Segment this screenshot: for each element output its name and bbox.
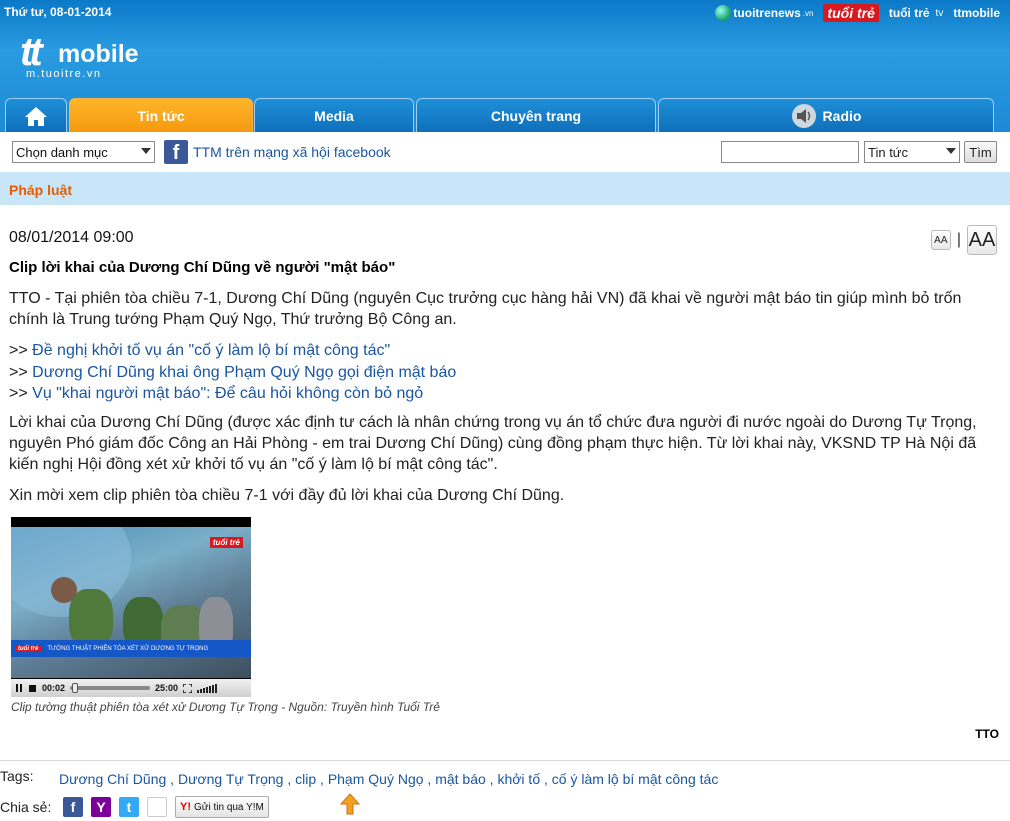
font-separator: |: [956, 231, 961, 248]
article-headline: Clip lời khai của Dương Chí Dũng về ngườ…: [9, 259, 396, 276]
tag-link[interactable]: Phạm Quý Ngọ: [328, 771, 424, 787]
speaker-icon: [791, 103, 817, 129]
tag-link[interactable]: Dương Chí Dũng: [59, 771, 166, 787]
tuoitre-link[interactable]: tuổi trẻ: [823, 4, 879, 22]
share-buttons: f Y t Y! Gửi tin qua Y!M: [63, 796, 269, 818]
tab-radio[interactable]: Radio: [658, 98, 994, 132]
tuoitre-logo: tuổi trẻ: [209, 537, 243, 548]
seek-handle[interactable]: [72, 683, 79, 693]
facebook-icon: f: [164, 140, 188, 164]
chevron-down-icon: [141, 148, 151, 154]
video-controls: 00:02 25:00: [11, 679, 251, 697]
related-links: >> Đề nghị khởi tố vụ án "cố ý làm lộ bí…: [9, 340, 456, 405]
related-item: >> Dương Chí Dũng khai ông Phạm Quý Ngọ …: [9, 363, 457, 381]
scroll-top-icon[interactable]: [339, 793, 361, 815]
tab-news[interactable]: Tin tức: [69, 98, 253, 132]
current-time: 00:02: [42, 683, 66, 693]
tag-link[interactable]: clip: [295, 771, 316, 787]
yahoo-share-icon[interactable]: Y: [91, 797, 111, 817]
site-header: Thứ tư, 08-01-2014 tuoitrenews .vn tuổi t…: [0, 0, 1010, 132]
home-icon: [25, 106, 47, 126]
tag-link[interactable]: mật báo: [435, 771, 486, 787]
volume-icon[interactable]: [197, 683, 218, 693]
divider: [0, 760, 1010, 761]
related-link[interactable]: Đề nghị khởi tố vụ án "cố ý làm lộ bí mậ…: [32, 342, 390, 359]
related-item: >> Đề nghị khởi tố vụ án "cố ý làm lộ bí…: [9, 342, 391, 359]
section-select[interactable]: Tin tức: [864, 141, 960, 163]
yahoo-messenger-icon: Y!: [180, 801, 191, 813]
ttmobile-link[interactable]: ttmobile: [953, 6, 1000, 20]
tab-home[interactable]: [5, 98, 67, 132]
article-lead: TTO - Tại phiên tòa chiều 7-1, Dương Chí…: [9, 290, 962, 328]
globe-icon: [715, 5, 732, 21]
send-ym-button[interactable]: Y! Gửi tin qua Y!M: [175, 796, 269, 818]
pause-icon[interactable]: [14, 684, 23, 693]
tags-label: Tags:: [0, 768, 34, 784]
google-share-icon[interactable]: [147, 797, 167, 817]
main-nav: Tin tức Media Chuyên trang Radio: [5, 98, 995, 132]
duration: 25:00: [155, 683, 179, 693]
article-invite: Xin mời xem clip phiên tòa chiều 7-1 với…: [9, 487, 565, 504]
stop-icon[interactable]: [28, 684, 37, 693]
increase-font-button[interactable]: AA: [967, 225, 997, 255]
tag-link[interactable]: Dương Tự Trọng: [178, 771, 284, 787]
tag-link[interactable]: cố ý làm lộ bí mật công tác: [552, 771, 719, 787]
publish-date: 08/01/2014 09:00: [9, 229, 134, 246]
partner-links: tuoitrenews .vn tuổi trẻ tuổi trẻ tv ttmo…: [715, 2, 1000, 24]
font-size-controls: AA | AA: [930, 225, 997, 255]
category-title[interactable]: Pháp luật: [9, 182, 72, 198]
video-banner: tuổi trẻ TƯỜNG THUẬT PHIÊN TÒA XÉT XỬ DƯ…: [11, 640, 251, 657]
related-item: >> Vụ "khai người mật báo": Để câu hỏi k…: [9, 385, 424, 402]
search-button[interactable]: Tìm: [964, 141, 997, 163]
current-date: Thứ tư, 08-01-2014: [4, 5, 112, 19]
ttmobile-logo[interactable]: tt mobile m.tuoitre.vn: [20, 32, 150, 82]
decrease-font-button[interactable]: AA: [930, 230, 951, 250]
related-link[interactable]: Dương Chí Dũng khai ông Phạm Quý Ngọ gọi…: [32, 364, 456, 381]
seek-bar[interactable]: [70, 683, 151, 693]
fullscreen-icon[interactable]: [183, 683, 193, 693]
article-body: Lời khai của Dương Chí Dũng (được xác đị…: [9, 414, 977, 473]
video-player[interactable]: tuổi trẻ tuổi trẻ TƯỜNG THUẬT PHIÊN TÒA …: [11, 517, 251, 697]
facebook-link[interactable]: f TTM trên mạng xã hội facebook: [164, 140, 391, 164]
tuoitre-tv-link[interactable]: tuổi trẻ tv: [889, 6, 943, 20]
video-frame[interactable]: tuổi trẻ tuổi trẻ TƯỜNG THUẬT PHIÊN TÒA …: [11, 527, 251, 678]
facebook-share-icon[interactable]: f: [63, 797, 83, 817]
tag-list: Dương Chí Dũng , Dương Tự Trọng , clip ,…: [59, 771, 719, 787]
chevron-down-icon: [946, 148, 956, 154]
related-link[interactable]: Vụ "khai người mật báo": Để câu hỏi khôn…: [32, 385, 423, 402]
category-select[interactable]: Chọn danh mục: [12, 141, 155, 163]
tab-media[interactable]: Media: [254, 98, 414, 132]
toolbar: Chọn danh mục f TTM trên mạng xã hội fac…: [0, 132, 1010, 172]
tab-special[interactable]: Chuyên trang: [416, 98, 656, 132]
share-label: Chia sẻ:: [0, 799, 52, 815]
tag-link[interactable]: khởi tố: [497, 771, 540, 787]
tuoitrenews-link[interactable]: tuoitrenews .vn: [715, 5, 813, 21]
article-source: TTO: [975, 727, 999, 741]
top-bar: Thứ tư, 08-01-2014 tuoitrenews .vn tuổi t…: [0, 0, 1010, 26]
video-caption: Clip tường thuật phiên tòa xét xử Dương …: [11, 700, 440, 714]
category-strip: Pháp luật: [0, 172, 1010, 205]
twitter-share-icon[interactable]: t: [119, 797, 139, 817]
search-input[interactable]: [721, 141, 859, 163]
